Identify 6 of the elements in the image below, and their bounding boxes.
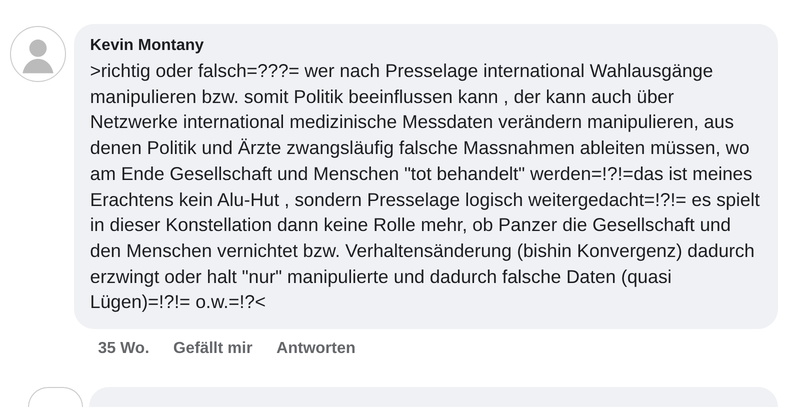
timestamp: 35 Wo. (98, 339, 150, 360)
next-avatar (28, 387, 83, 408)
author-name[interactable]: Kevin Montany (90, 34, 764, 58)
action-link[interactable]: Gefällt mir (173, 337, 252, 362)
comment-text: >richtig oder falsch=???= wer nach Presselage international Wahlausgänge manipulieren bzw. somit Politik beeinflussen kann , der kann auch über Netzwerke international medizinische Messdaten verändern manipulieren, aus denen Politik und Ärzte zwangsläufig falsche Massnahmen ableiten müssen, wo am Ende Gesellschaft und Menschen "tot behandelt" werden=!?!=das ist meines Erachtens kein Alu-Hut , sondern Presselage logisch weitergedacht=!?!= es spielt in dieser Konstellation dann keine Rolle mehr, ob Panzer die Gesellschaft und den Menschen vernichtet bzw. Verhaltensänderung (bishin Konvergenz) dadurch erzwingt oder halt "nur" manipulierte und dadurch falsche Daten (quasi Lügen)=!?!= o.w.=!?< (90, 59, 761, 314)
action-link[interactable]: Antworten (276, 337, 356, 362)
